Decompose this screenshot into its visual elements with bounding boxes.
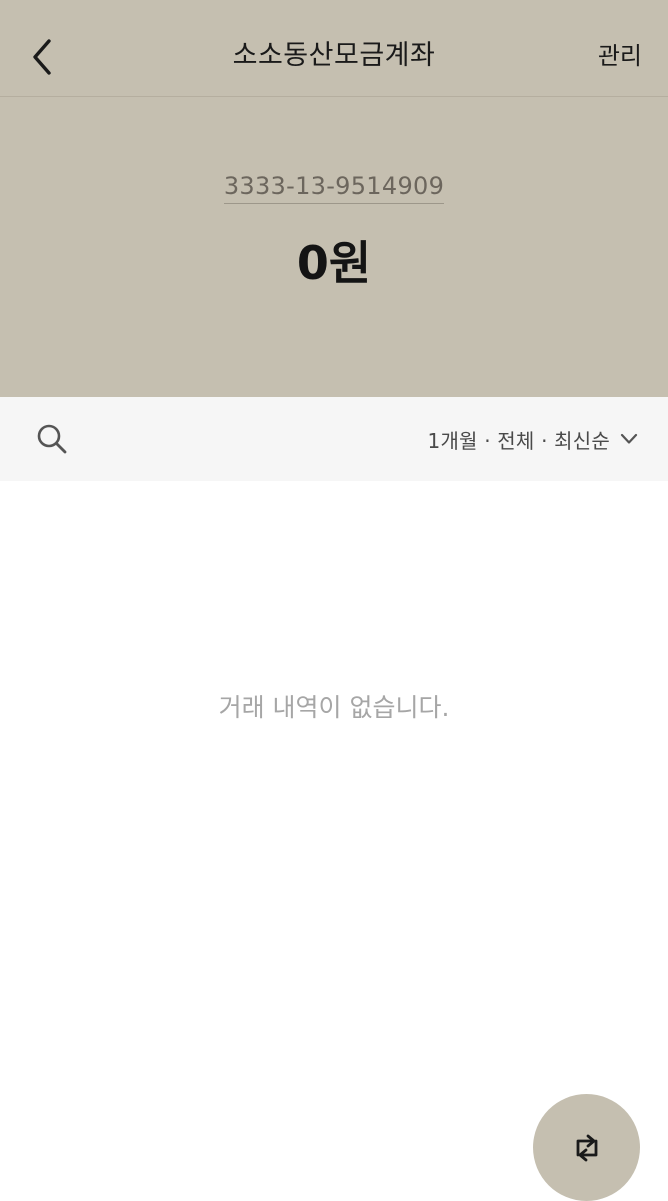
account-number-row: 3333-13-9514909: [0, 170, 668, 204]
search-button[interactable]: [28, 415, 76, 463]
back-arrow-icon: [33, 39, 51, 75]
transfer-arrows-icon: [576, 1134, 597, 1161]
page-title: 소소동산모금계좌: [232, 40, 436, 71]
account-header: 소소동산모금계좌 관리 3333-13-9514909 0원: [0, 0, 668, 397]
chevron-down-icon: [620, 433, 638, 445]
empty-transactions-message: 거래 내역이 없습니다.: [218, 693, 450, 722]
filter-summary: 1개월 · 전체 · 최신순: [427, 428, 610, 453]
back-button[interactable]: [20, 32, 64, 82]
top-bar: 소소동산모금계좌 관리: [0, 0, 668, 97]
filter-bar: 1개월 · 전체 · 최신순: [0, 397, 668, 481]
account-number[interactable]: 3333-13-9514909: [223, 170, 445, 204]
search-icon: [37, 424, 67, 454]
account-balance: 0원: [296, 236, 372, 290]
manage-button[interactable]: 관리: [598, 36, 642, 76]
filter-dropdown[interactable]: 1개월 · 전체 · 최신순: [428, 419, 638, 459]
transfer-button[interactable]: [533, 1094, 640, 1201]
